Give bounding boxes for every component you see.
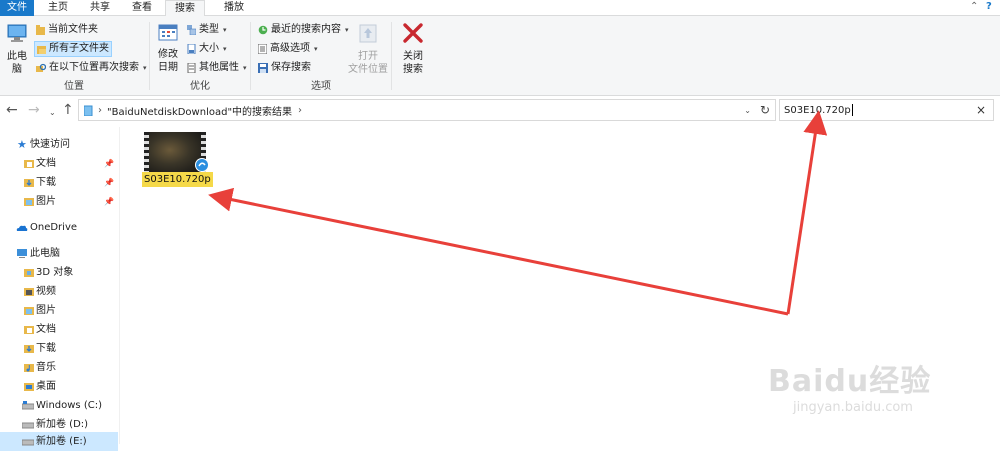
annotation-arrow-to-file xyxy=(208,187,789,316)
watermark-url: jingyan.baidu.com xyxy=(793,400,913,415)
annotation-arrow-to-search xyxy=(786,110,828,315)
watermark-logo: Baidu经验 xyxy=(768,364,932,399)
